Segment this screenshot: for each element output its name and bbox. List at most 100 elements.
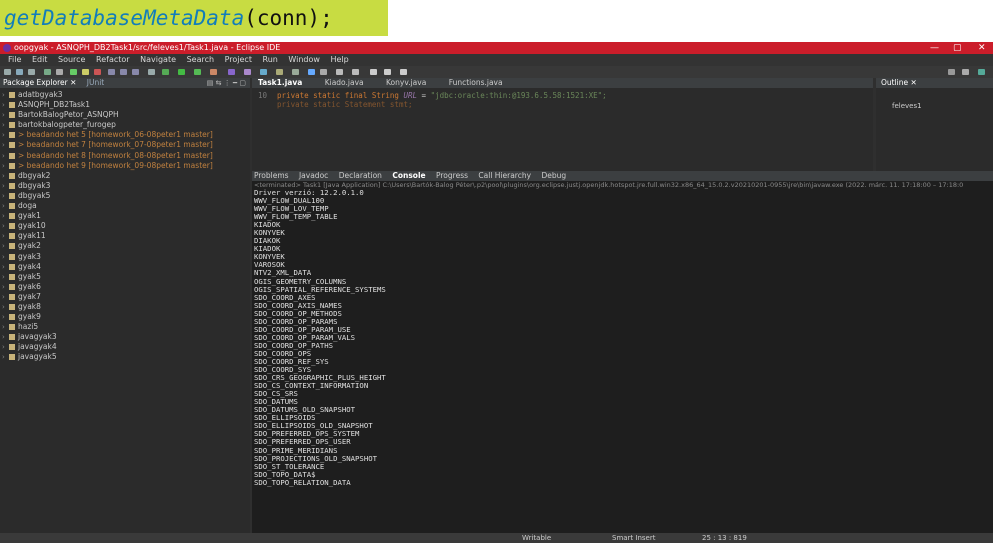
project-tree-item[interactable]: › > beadando het 9 [homework_09-08peter1 … xyxy=(0,161,250,171)
new-java-project-icon[interactable] xyxy=(228,69,235,75)
expand-chevron-icon[interactable]: › xyxy=(2,282,9,292)
debug-icon[interactable] xyxy=(162,69,169,75)
tab-outline[interactable]: Outline ✕ xyxy=(876,78,993,88)
project-tree-item[interactable]: › gyak1 xyxy=(0,211,250,221)
step-return-icon[interactable] xyxy=(132,69,139,75)
back-icon[interactable] xyxy=(370,69,377,75)
expand-chevron-icon[interactable]: › xyxy=(2,302,9,312)
menu-file[interactable]: File xyxy=(8,54,21,66)
step-over-icon[interactable] xyxy=(120,69,127,75)
expand-chevron-icon[interactable]: › xyxy=(2,231,9,241)
expand-chevron-icon[interactable]: › xyxy=(2,292,9,302)
expand-chevron-icon[interactable]: › xyxy=(2,342,9,352)
tab-functions-java[interactable]: Functions.java xyxy=(449,78,503,88)
expand-chevron-icon[interactable]: › xyxy=(2,352,9,362)
project-tree-item[interactable]: › bartokbalogpeter_furogep xyxy=(0,120,250,130)
coverage-icon[interactable] xyxy=(194,69,201,75)
expand-chevron-icon[interactable]: › xyxy=(2,90,9,100)
expand-chevron-icon[interactable]: › xyxy=(2,110,9,120)
outline-item[interactable]: feleves1 xyxy=(876,102,993,110)
expand-chevron-icon[interactable]: › xyxy=(2,332,9,342)
expand-chevron-icon[interactable]: › xyxy=(2,272,9,282)
project-tree-item[interactable]: › gyak7 xyxy=(0,292,250,302)
tab-junit[interactable]: JUnit xyxy=(87,78,104,87)
expand-chevron-icon[interactable]: › xyxy=(2,211,9,221)
project-tree-item[interactable]: › hazi5 xyxy=(0,322,250,332)
menu-refactor[interactable]: Refactor xyxy=(96,54,130,66)
tab-debug[interactable]: Debug xyxy=(541,171,566,181)
search-icon[interactable] xyxy=(292,69,299,75)
java-perspective-icon[interactable] xyxy=(962,69,969,75)
external-tools-icon[interactable] xyxy=(210,69,217,75)
expand-chevron-icon[interactable]: › xyxy=(2,221,9,231)
skip-breakpoints-icon[interactable] xyxy=(56,69,63,75)
project-tree-item[interactable]: › doga xyxy=(0,201,250,211)
expand-chevron-icon[interactable]: › xyxy=(2,140,9,150)
menu-source[interactable]: Source xyxy=(58,54,85,66)
project-tree-item[interactable]: › javagyak5 xyxy=(0,352,250,362)
expand-chevron-icon[interactable]: › xyxy=(2,151,9,161)
expand-chevron-icon[interactable]: › xyxy=(2,252,9,262)
project-tree-item[interactable]: › gyak8 xyxy=(0,302,250,312)
project-tree-item[interactable]: › gyak5 xyxy=(0,272,250,282)
menu-navigate[interactable]: Navigate xyxy=(140,54,176,66)
expand-chevron-icon[interactable]: › xyxy=(2,100,9,110)
pin-icon[interactable] xyxy=(320,69,327,75)
expand-chevron-icon[interactable]: › xyxy=(2,181,9,191)
view-menu-icon[interactable]: ▤ ⇆ ⋮ ━ ▢ xyxy=(207,78,246,88)
project-tree-item[interactable]: › gyak2 xyxy=(0,241,250,251)
project-tree-item[interactable]: › gyak4 xyxy=(0,262,250,272)
tab-package-explorer[interactable]: Package Explorer xyxy=(3,78,68,87)
tab-task1-java[interactable]: Task1.java xyxy=(258,78,302,88)
expand-chevron-icon[interactable]: › xyxy=(2,322,9,332)
tab-console[interactable]: Console xyxy=(392,171,425,181)
expand-chevron-icon[interactable]: › xyxy=(2,120,9,130)
project-tree-item[interactable]: › gyak3 xyxy=(0,252,250,262)
terminate-icon[interactable] xyxy=(94,69,101,75)
open-perspective-icon[interactable] xyxy=(148,69,155,75)
expand-chevron-icon[interactable]: › xyxy=(2,161,9,171)
project-tree-item[interactable]: › dbgyak5 xyxy=(0,191,250,201)
toggle-mark-icon[interactable] xyxy=(308,69,315,75)
project-tree-item[interactable]: › gyak9 xyxy=(0,312,250,322)
new-class-icon[interactable] xyxy=(260,69,267,75)
resume-icon[interactable] xyxy=(70,69,77,75)
project-tree-item[interactable]: › javagyak3 xyxy=(0,332,250,342)
last-edit-icon[interactable] xyxy=(400,69,407,75)
expand-chevron-icon[interactable]: › xyxy=(2,201,9,211)
project-tree-item[interactable]: › gyak10 xyxy=(0,221,250,231)
menu-project[interactable]: Project xyxy=(225,54,252,66)
menu-help[interactable]: Help xyxy=(331,54,349,66)
print-icon[interactable] xyxy=(28,69,35,75)
next-annotation-icon[interactable] xyxy=(336,69,343,75)
expand-chevron-icon[interactable]: › xyxy=(2,191,9,201)
code-line-2[interactable]: 10private static Statement stmt; xyxy=(252,100,873,109)
project-tree-item[interactable]: › gyak6 xyxy=(0,282,250,292)
tab-javadoc[interactable]: Javadoc xyxy=(299,171,328,181)
project-tree-item[interactable]: › dbgyak3 xyxy=(0,181,250,191)
code-line[interactable]: 10 private static final String URL = "jdb… xyxy=(252,91,873,100)
run-icon[interactable] xyxy=(178,69,185,75)
console-output[interactable]: Driver verzió: 12.2.0.1.0 WWV_FLOW_DUAL10… xyxy=(252,188,993,487)
project-tree-item[interactable]: › ASNQPH_DB2Task1 xyxy=(0,100,250,110)
open-type-icon[interactable] xyxy=(276,69,283,75)
menu-window[interactable]: Window xyxy=(288,54,320,66)
prev-annotation-icon[interactable] xyxy=(352,69,359,75)
project-tree-item[interactable]: › BartokBalogPetor_ASNQPH xyxy=(0,110,250,120)
project-tree-item[interactable]: › dbgyak2 xyxy=(0,171,250,181)
project-tree-item[interactable]: › javagyak4 xyxy=(0,342,250,352)
project-tree-item[interactable]: › > beadando het 8 [homework_08-08peter1 … xyxy=(0,151,250,161)
step-into-icon[interactable] xyxy=(108,69,115,75)
suspend-icon[interactable] xyxy=(82,69,89,75)
close-window-button[interactable]: ✕ xyxy=(978,42,986,54)
tab-declaration[interactable]: Declaration xyxy=(339,171,382,181)
expand-chevron-icon[interactable]: › xyxy=(2,130,9,140)
tab-problems[interactable]: Problems xyxy=(254,171,289,181)
project-tree-item[interactable]: › > beadando het 5 [homework_06-08peter1 … xyxy=(0,130,250,140)
tab-progress[interactable]: Progress xyxy=(436,171,468,181)
project-tree-item[interactable]: › > beadando het 7 [homework_07-08peter1 … xyxy=(0,140,250,150)
tab-kiado-java[interactable]: Kiado.java xyxy=(325,78,364,88)
terminal-icon[interactable] xyxy=(44,69,51,75)
expand-chevron-icon[interactable]: › xyxy=(2,171,9,181)
maximize-button[interactable]: ▢ xyxy=(953,42,962,54)
